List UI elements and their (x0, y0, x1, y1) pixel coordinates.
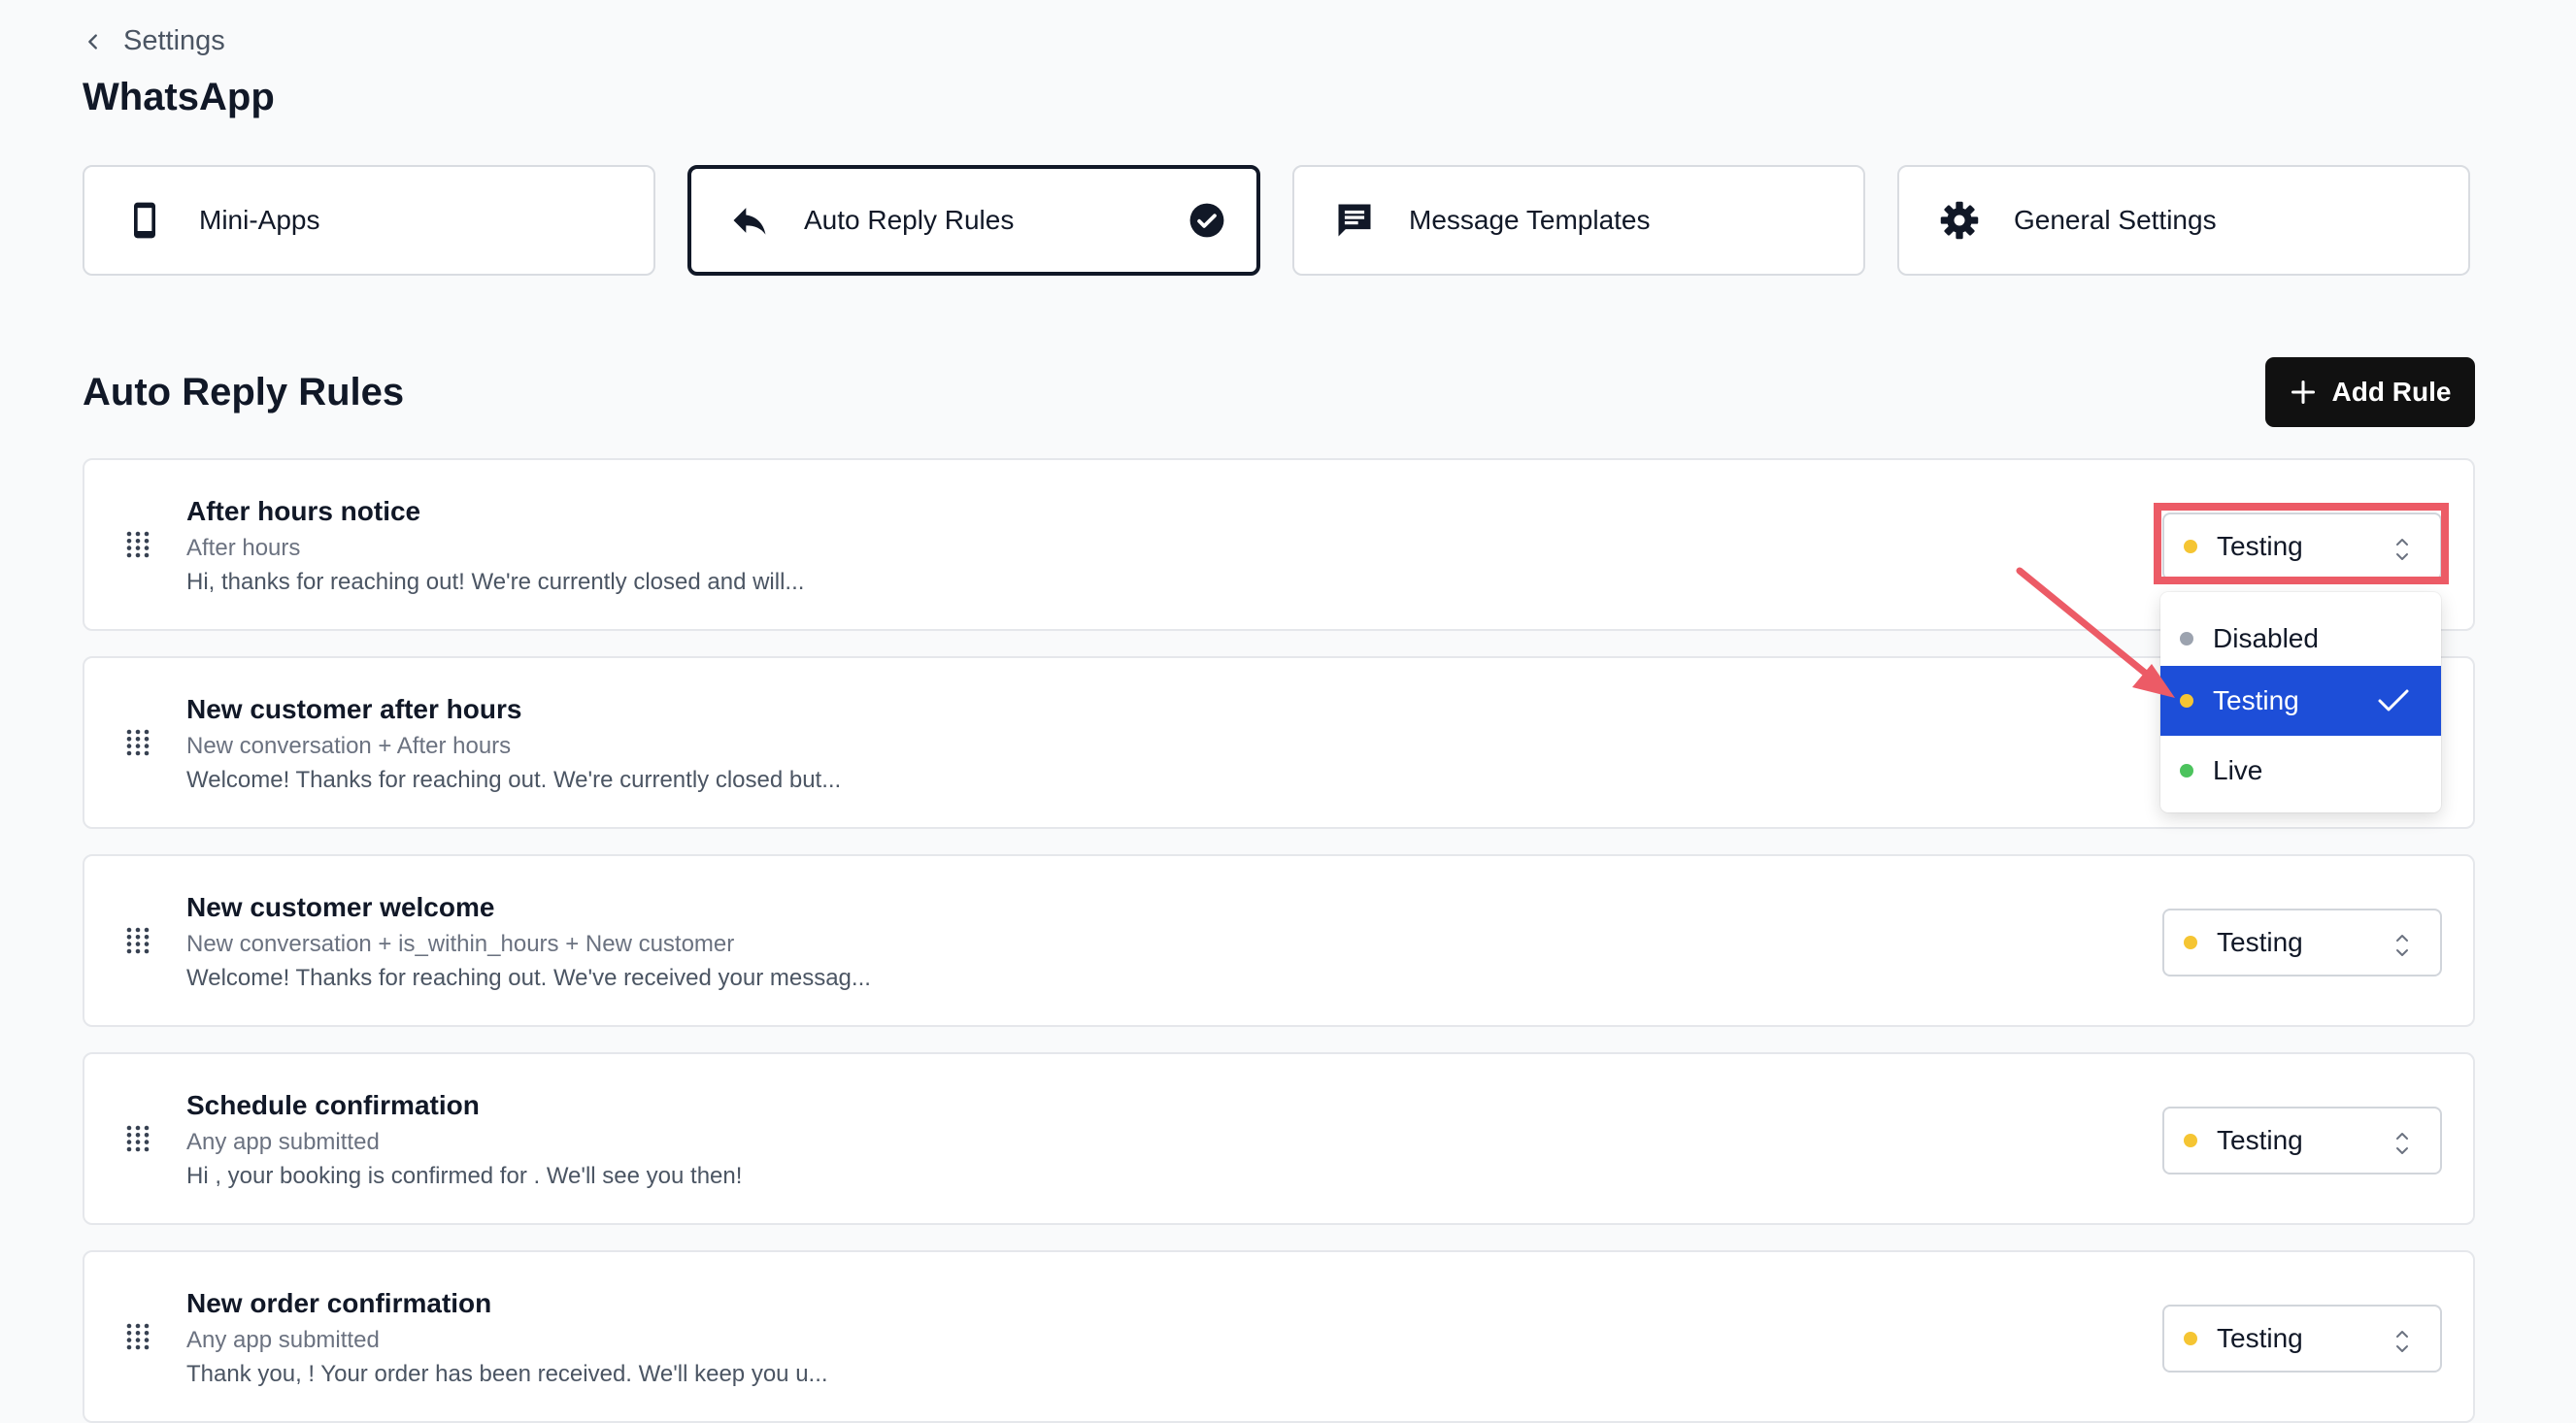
plus-icon (2291, 380, 2315, 405)
rule-preview: Welcome! Thanks for reaching out. We've … (186, 965, 871, 991)
gear-icon (1938, 199, 1981, 242)
status-dot (2184, 1134, 2197, 1147)
rule-card[interactable]: Schedule confirmation Any app submitted … (83, 1052, 2475, 1225)
check-icon (2378, 689, 2409, 712)
chevron-up-down-icon (2396, 935, 2408, 956)
tab-message-templates[interactable]: Message Templates (1292, 165, 1865, 276)
status-dot (2180, 694, 2193, 708)
tab-label: Mini-Apps (199, 205, 320, 235)
tab-auto-reply-rules[interactable]: Auto Reply Rules (687, 165, 1260, 276)
rule-trigger: Any app submitted (186, 1129, 380, 1155)
section-title: Auto Reply Rules (83, 371, 405, 414)
breadcrumb-settings-link[interactable]: Settings (123, 25, 225, 57)
tab-label: Message Templates (1409, 205, 1651, 235)
tab-label: General Settings (2014, 205, 2217, 235)
rule-trigger: After hours (186, 535, 301, 561)
status-dot (2184, 936, 2197, 949)
status-select[interactable]: Testing (2162, 1107, 2442, 1175)
drag-handle-icon[interactable] (125, 926, 151, 955)
status-label: Testing (2217, 531, 2303, 561)
status-dot (2184, 540, 2197, 553)
status-dot (2184, 1332, 2197, 1345)
phone-icon (123, 199, 166, 242)
status-dot (2180, 632, 2193, 645)
status-dropdown-menu: Disabled Testing Live (2160, 592, 2441, 812)
chevron-left-icon (88, 33, 97, 50)
rule-card[interactable]: New customer welcome New conversation + … (83, 854, 2475, 1027)
status-dot (2180, 764, 2193, 778)
rule-preview: Welcome! Thanks for reaching out. We're … (186, 767, 842, 793)
status-option-disabled[interactable]: Disabled (2160, 604, 2441, 674)
chevron-up-down-icon (2396, 1133, 2408, 1154)
drag-handle-icon[interactable] (125, 1322, 151, 1351)
rule-card[interactable]: New order confirmation Any app submitted… (83, 1250, 2475, 1423)
chevron-up-down-icon (2396, 539, 2408, 560)
option-label: Testing (2213, 685, 2299, 715)
drag-handle-icon[interactable] (125, 728, 151, 757)
status-label: Testing (2217, 1323, 2303, 1353)
tab-mini-apps[interactable]: Mini-Apps (83, 165, 655, 276)
add-rule-button[interactable]: Add Rule (2265, 357, 2475, 427)
status-label: Testing (2217, 927, 2303, 957)
settings-tabs: Mini-Apps Auto Reply Rules Message Templ… (83, 165, 2470, 276)
rule-preview: Hi, thanks for reaching out! We're curre… (186, 569, 805, 595)
rule-trigger: New conversation + After hours (186, 733, 512, 759)
check-circle-icon (1189, 203, 1224, 238)
option-label: Live (2213, 755, 2263, 785)
rule-name: New customer after hours (186, 694, 522, 724)
tab-general-settings[interactable]: General Settings (1897, 165, 2470, 276)
status-option-testing[interactable]: Testing (2160, 666, 2441, 736)
rule-name: After hours notice (186, 496, 421, 526)
status-label: Testing (2217, 1125, 2303, 1155)
rule-name: New customer welcome (186, 892, 495, 922)
rule-card[interactable]: After hours notice After hours Hi, thank… (83, 458, 2475, 631)
rule-preview: Thank you, ! Your order has been receive… (186, 1361, 828, 1387)
rule-name: New order confirmation (186, 1288, 492, 1318)
rule-name: Schedule confirmation (186, 1090, 480, 1120)
rule-preview: Hi , your booking is confirmed for . We'… (186, 1163, 743, 1189)
message-icon (1333, 199, 1376, 242)
chevron-up-down-icon (2396, 1331, 2408, 1352)
rule-card[interactable]: New customer after hours New conversatio… (83, 656, 2475, 829)
rule-trigger: New conversation + is_within_hours + New… (186, 931, 735, 957)
reply-icon (728, 199, 771, 242)
status-select[interactable]: Testing (2162, 909, 2442, 976)
status-select[interactable]: Testing (2162, 513, 2442, 580)
status-select[interactable]: Testing (2162, 1305, 2442, 1373)
status-option-live[interactable]: Live (2160, 736, 2441, 806)
breadcrumb[interactable]: Settings (83, 25, 225, 57)
drag-handle-icon[interactable] (125, 1124, 151, 1153)
drag-handle-icon[interactable] (125, 530, 151, 559)
rule-trigger: Any app submitted (186, 1327, 380, 1353)
add-rule-label: Add Rule (2331, 377, 2452, 407)
tab-label: Auto Reply Rules (804, 205, 1015, 235)
page-title: WhatsApp (83, 76, 275, 118)
option-label: Disabled (2213, 623, 2319, 653)
